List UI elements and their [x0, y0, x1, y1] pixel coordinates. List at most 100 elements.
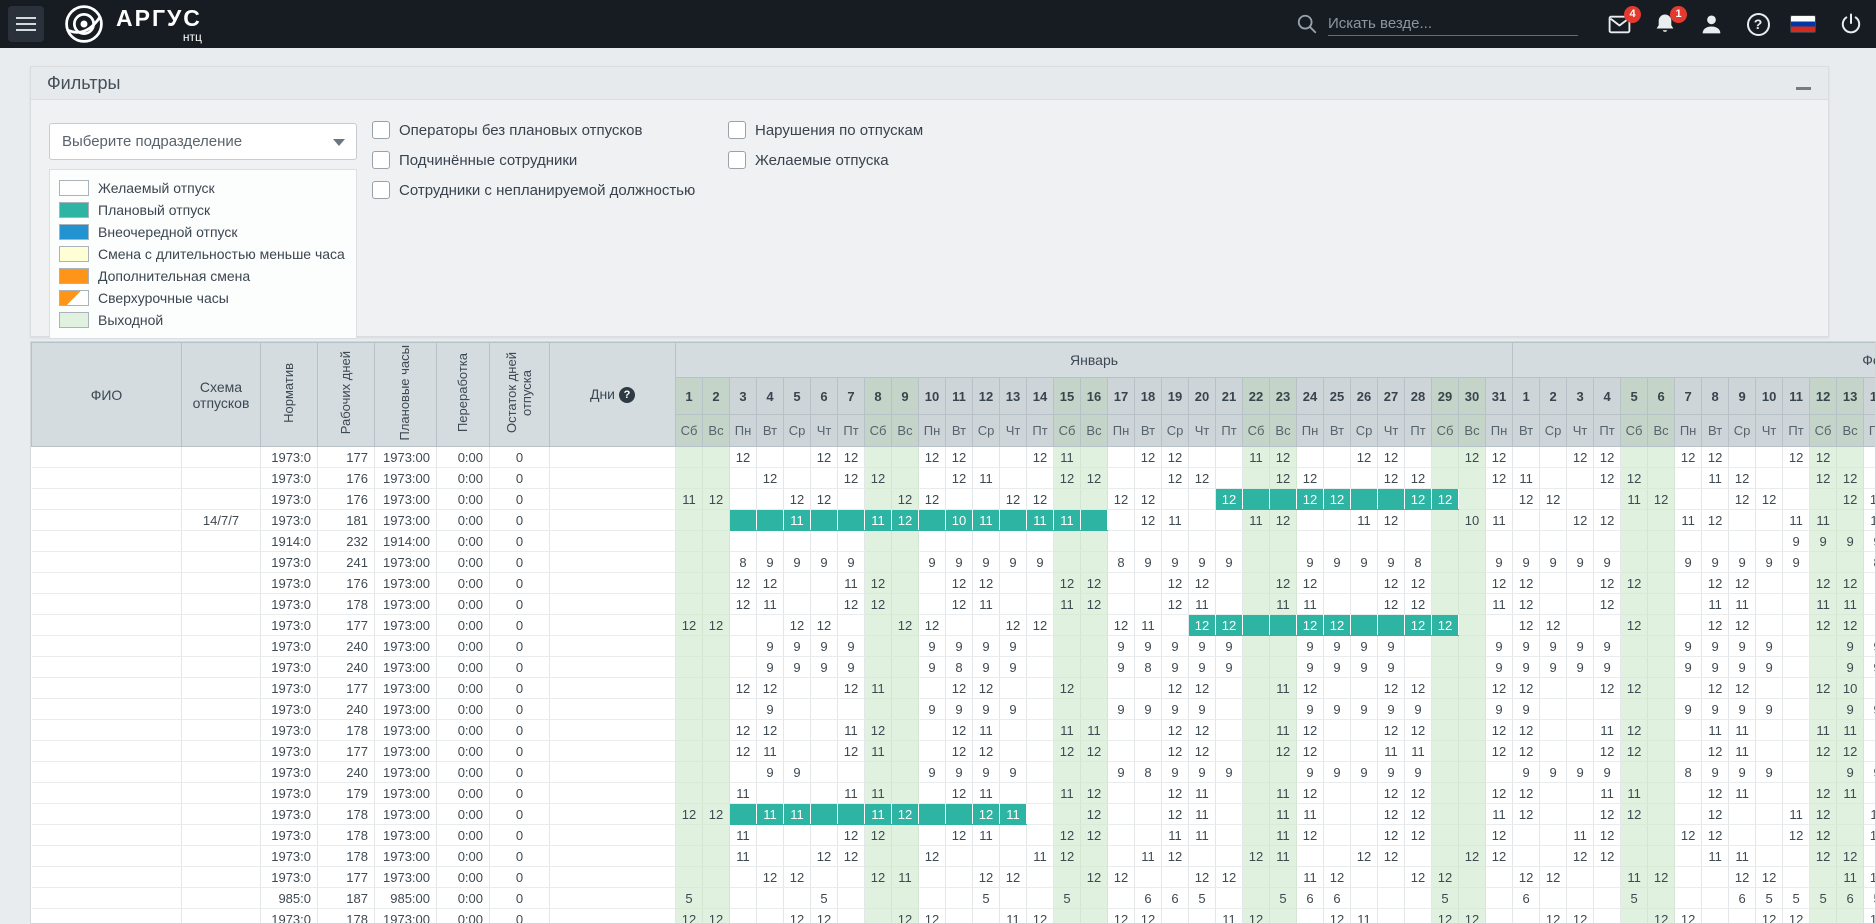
- schedule-cell[interactable]: [1728, 446, 1757, 468]
- schedule-cell[interactable]: 12: [1053, 824, 1081, 846]
- schedule-cell[interactable]: 9: [945, 761, 973, 783]
- schedule-cell[interactable]: [1539, 446, 1568, 468]
- schedule-cell[interactable]: [1242, 719, 1270, 741]
- schedule-cell[interactable]: 9: [1188, 761, 1216, 783]
- schedule-cell[interactable]: [756, 887, 784, 909]
- schedule-cell[interactable]: 12: [945, 782, 973, 804]
- schedule-cell[interactable]: [1242, 698, 1270, 720]
- schedule-cell[interactable]: [1674, 614, 1703, 636]
- schedule-cell[interactable]: 11: [1269, 845, 1297, 867]
- schedule-cell[interactable]: [1404, 635, 1432, 657]
- schedule-cell[interactable]: 11: [1836, 866, 1865, 888]
- schedule-cell[interactable]: 9: [972, 551, 1000, 573]
- schedule-cell[interactable]: [729, 488, 757, 510]
- schedule-cell[interactable]: [1107, 530, 1135, 552]
- schedule-cell[interactable]: [1026, 824, 1054, 846]
- schedule-cell[interactable]: [810, 530, 838, 552]
- schedule-cell[interactable]: 12: [1809, 803, 1838, 825]
- schedule-cell[interactable]: 11: [1728, 719, 1757, 741]
- schedule-cell[interactable]: 12: [1404, 782, 1432, 804]
- schedule-cell[interactable]: [702, 698, 730, 720]
- schedule-cell[interactable]: [1134, 530, 1162, 552]
- schedule-cell[interactable]: [864, 845, 892, 867]
- schedule-cell[interactable]: [1458, 824, 1486, 846]
- schedule-cell[interactable]: [1431, 803, 1459, 825]
- schedule-cell[interactable]: [1485, 530, 1514, 552]
- schedule-cell[interactable]: 12: [783, 866, 811, 888]
- schedule-cell[interactable]: 12: [1485, 740, 1514, 762]
- schedule-cell[interactable]: 12: [1269, 572, 1297, 594]
- schedule-cell[interactable]: 11: [1485, 803, 1514, 825]
- schedule-cell[interactable]: [1215, 467, 1243, 489]
- schedule-cell[interactable]: [1404, 908, 1432, 923]
- schedule-cell[interactable]: 11: [1296, 803, 1324, 825]
- schedule-cell[interactable]: 9: [1566, 551, 1595, 573]
- schedule-cell[interactable]: 12: [1188, 572, 1216, 594]
- schedule-cell[interactable]: 12: [1107, 614, 1135, 636]
- schedule-cell[interactable]: 12: [864, 866, 892, 888]
- schedule-cell[interactable]: 9: [1350, 551, 1378, 573]
- schedule-cell[interactable]: 11: [1863, 803, 1875, 825]
- schedule-cell[interactable]: 12: [1134, 509, 1162, 531]
- schedule-cell[interactable]: 12: [1404, 614, 1432, 636]
- schedule-cell[interactable]: 12: [1026, 446, 1054, 468]
- schedule-cell[interactable]: 12: [1809, 782, 1838, 804]
- schedule-cell[interactable]: [1350, 614, 1378, 636]
- schedule-cell[interactable]: 6: [1728, 887, 1757, 909]
- schedule-cell[interactable]: [756, 530, 784, 552]
- schedule-cell[interactable]: 12: [1350, 845, 1378, 867]
- schedule-cell[interactable]: [864, 656, 892, 678]
- schedule-cell[interactable]: [729, 614, 757, 636]
- schedule-cell[interactable]: [702, 635, 730, 657]
- schedule-cell[interactable]: 12: [1188, 740, 1216, 762]
- schedule-cell[interactable]: 12: [1593, 677, 1622, 699]
- schedule-cell[interactable]: [1323, 446, 1351, 468]
- schedule-cell[interactable]: [1107, 509, 1135, 531]
- schedule-cell[interactable]: [1593, 908, 1622, 923]
- schedule-cell[interactable]: [1593, 698, 1622, 720]
- schedule-cell[interactable]: [1782, 677, 1811, 699]
- schedule-cell[interactable]: 11: [1269, 782, 1297, 804]
- schedule-cell[interactable]: [1107, 593, 1135, 615]
- schedule-cell[interactable]: 9: [1188, 635, 1216, 657]
- schedule-cell[interactable]: 12: [1161, 593, 1189, 615]
- schedule-cell[interactable]: [1269, 698, 1297, 720]
- schedule-cell[interactable]: 9: [1188, 656, 1216, 678]
- schedule-cell[interactable]: 9: [1512, 551, 1541, 573]
- help-button[interactable]: ?: [1745, 11, 1771, 37]
- schedule-cell[interactable]: [1809, 866, 1838, 888]
- schedule-cell[interactable]: [1782, 593, 1811, 615]
- schedule-cell[interactable]: [1134, 866, 1162, 888]
- schedule-cell[interactable]: 12: [729, 593, 757, 615]
- schedule-cell[interactable]: [1350, 782, 1378, 804]
- schedule-cell[interactable]: [1647, 530, 1676, 552]
- schedule-cell[interactable]: [1458, 572, 1486, 594]
- schedule-cell[interactable]: [1566, 866, 1595, 888]
- schedule-cell[interactable]: [918, 530, 946, 552]
- schedule-cell[interactable]: 12: [999, 488, 1027, 510]
- schedule-cell[interactable]: 12: [1080, 782, 1108, 804]
- schedule-cell[interactable]: 12: [1404, 488, 1432, 510]
- schedule-cell[interactable]: 9: [1215, 656, 1243, 678]
- schedule-cell[interactable]: 12: [918, 446, 946, 468]
- schedule-cell[interactable]: [1863, 719, 1875, 741]
- schedule-cell[interactable]: 9: [1809, 530, 1838, 552]
- schedule-cell[interactable]: 11: [864, 803, 892, 825]
- schedule-cell[interactable]: 12: [1323, 866, 1351, 888]
- schedule-cell[interactable]: 12: [1674, 446, 1703, 468]
- schedule-cell[interactable]: 12: [945, 593, 973, 615]
- schedule-cell[interactable]: 9: [1863, 761, 1875, 783]
- schedule-cell[interactable]: [999, 677, 1027, 699]
- schedule-cell[interactable]: [1215, 572, 1243, 594]
- schedule-cell[interactable]: [1215, 677, 1243, 699]
- schedule-cell[interactable]: 12: [999, 866, 1027, 888]
- schedule-cell[interactable]: [891, 572, 919, 594]
- schedule-cell[interactable]: [1539, 677, 1568, 699]
- schedule-cell[interactable]: 12: [837, 677, 865, 699]
- schedule-cell[interactable]: 9: [1863, 530, 1875, 552]
- schedule-cell[interactable]: [1053, 635, 1081, 657]
- schedule-cell[interactable]: 11: [756, 803, 784, 825]
- schedule-cell[interactable]: [1080, 446, 1108, 468]
- schedule-cell[interactable]: [1053, 908, 1081, 923]
- schedule-cell[interactable]: [1647, 467, 1676, 489]
